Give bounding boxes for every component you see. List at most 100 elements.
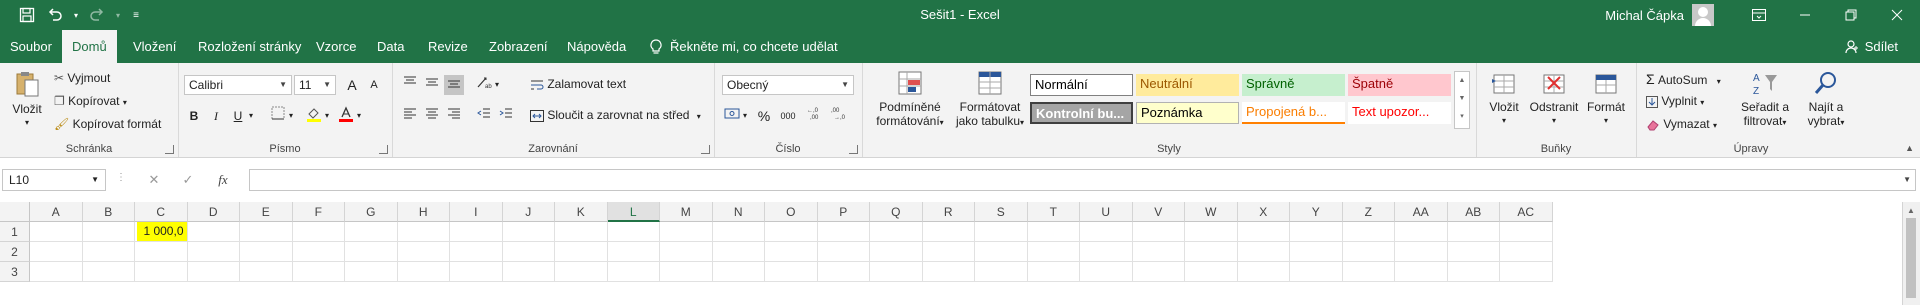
- cell-g2[interactable]: [345, 242, 398, 262]
- increase-decimal-button[interactable]: ←,0,00: [806, 106, 826, 126]
- column-header-t[interactable]: T: [1027, 202, 1080, 222]
- font-color-button[interactable]: [336, 106, 356, 126]
- thousands-separator-button[interactable]: 000: [776, 106, 800, 126]
- copy-button[interactable]: ❐ Kopírovat ▾: [54, 94, 127, 108]
- orientation-chevron-icon[interactable]: ▾: [492, 75, 502, 95]
- cell-k2[interactable]: [555, 242, 608, 262]
- delete-cells-button[interactable]: Odstranit ▾: [1526, 69, 1582, 128]
- column-header-g[interactable]: G: [345, 202, 398, 222]
- style-note[interactable]: Poznámka: [1136, 102, 1239, 124]
- column-header-m[interactable]: M: [660, 202, 713, 222]
- column-header-a[interactable]: A: [30, 202, 83, 222]
- underline-button[interactable]: U: [228, 106, 248, 126]
- cell-w3[interactable]: [1185, 262, 1238, 282]
- cell-u3[interactable]: [1080, 262, 1133, 282]
- style-normal[interactable]: Normální: [1030, 74, 1133, 96]
- fill-color-chevron-icon[interactable]: ▾: [322, 106, 332, 126]
- cell-d1[interactable]: [187, 222, 240, 242]
- cell-n3[interactable]: [712, 262, 765, 282]
- underline-chevron-icon[interactable]: ▾: [246, 106, 256, 126]
- font-color-chevron-icon[interactable]: ▾: [354, 106, 364, 126]
- cell-w1[interactable]: [1185, 222, 1238, 242]
- cell-v1[interactable]: [1132, 222, 1185, 242]
- cell-r1[interactable]: [922, 222, 975, 242]
- cell-o2[interactable]: [765, 242, 818, 262]
- column-header-c[interactable]: C: [135, 202, 188, 222]
- cell-u2[interactable]: [1080, 242, 1133, 262]
- cell-t1[interactable]: [1027, 222, 1080, 242]
- collapse-ribbon-icon[interactable]: ▲: [1905, 143, 1914, 153]
- cell-ab1[interactable]: [1447, 222, 1500, 242]
- cell-g1[interactable]: [345, 222, 398, 242]
- cell-j3[interactable]: [502, 262, 555, 282]
- cell-f3[interactable]: [292, 262, 345, 282]
- cell-r2[interactable]: [922, 242, 975, 262]
- cell-f1[interactable]: [292, 222, 345, 242]
- fill-button[interactable]: Vyplnit ▾: [1646, 94, 1704, 108]
- cell-ab2[interactable]: [1447, 242, 1500, 262]
- column-header-ab[interactable]: AB: [1447, 202, 1500, 222]
- bold-button[interactable]: B: [184, 106, 204, 126]
- font-launcher-icon[interactable]: [379, 145, 388, 154]
- enter-entry-button[interactable]: ✓: [175, 169, 201, 191]
- align-right-button[interactable]: [444, 106, 464, 126]
- cell-p3[interactable]: [817, 262, 870, 282]
- cell-a3[interactable]: [30, 262, 83, 282]
- tell-me-box[interactable]: Řekněte mi, co chcete udělat: [650, 30, 838, 63]
- column-header-n[interactable]: N: [712, 202, 765, 222]
- column-header-u[interactable]: U: [1080, 202, 1133, 222]
- cell-k3[interactable]: [555, 262, 608, 282]
- cell-z2[interactable]: [1342, 242, 1395, 262]
- column-header-y[interactable]: Y: [1290, 202, 1343, 222]
- percent-button[interactable]: %: [754, 106, 774, 126]
- increase-indent-button[interactable]: [496, 106, 516, 126]
- styles-gallery-scroller[interactable]: ▲ ▼ ▾: [1454, 71, 1470, 129]
- number-format-combo[interactable]: Obecný ▼: [722, 75, 854, 95]
- gallery-up-icon[interactable]: ▲: [1455, 72, 1469, 90]
- column-header-x[interactable]: X: [1237, 202, 1290, 222]
- cell-i1[interactable]: [450, 222, 503, 242]
- cut-button[interactable]: ✂ Vyjmout: [54, 71, 110, 85]
- style-linked-cell[interactable]: Propojená b...: [1242, 102, 1345, 124]
- autosum-button[interactable]: Σ AutoSum ▾: [1646, 71, 1721, 87]
- clipboard-launcher-icon[interactable]: [165, 145, 174, 154]
- cell-e3[interactable]: [240, 262, 293, 282]
- cell-n1[interactable]: [712, 222, 765, 242]
- style-warning-text[interactable]: Text upozor...: [1348, 102, 1451, 124]
- cell-v3[interactable]: [1132, 262, 1185, 282]
- column-header-b[interactable]: B: [82, 202, 135, 222]
- cell-value-c1[interactable]: 1 000,0: [137, 222, 187, 241]
- format-as-table-button[interactable]: Formátovat jako tabulku▾: [950, 69, 1030, 130]
- gallery-more-icon[interactable]: ▾: [1455, 108, 1469, 126]
- cell-s2[interactable]: [975, 242, 1028, 262]
- gallery-down-icon[interactable]: ▼: [1455, 90, 1469, 108]
- clear-button[interactable]: Vymazat ▾: [1646, 117, 1717, 131]
- column-header-f[interactable]: F: [292, 202, 345, 222]
- minimize-button[interactable]: [1782, 0, 1828, 30]
- cell-b1[interactable]: [82, 222, 135, 242]
- cell-p1[interactable]: [817, 222, 870, 242]
- cell-aa3[interactable]: [1395, 262, 1448, 282]
- orientation-button[interactable]: ab: [474, 75, 494, 95]
- cell-o1[interactable]: [765, 222, 818, 242]
- select-all-corner[interactable]: [0, 202, 30, 222]
- align-bottom-button[interactable]: [444, 75, 464, 95]
- cell-t2[interactable]: [1027, 242, 1080, 262]
- number-launcher-icon[interactable]: [849, 145, 858, 154]
- cell-x1[interactable]: [1237, 222, 1290, 242]
- cell-l2[interactable]: [607, 242, 660, 262]
- sort-filter-button[interactable]: AZ Seřadit a filtrovat▾: [1732, 69, 1798, 130]
- cell-p2[interactable]: [817, 242, 870, 262]
- cell-n2[interactable]: [712, 242, 765, 262]
- format-painter-button[interactable]: 🖌 Kopírovat formát: [54, 117, 161, 131]
- column-header-r[interactable]: R: [922, 202, 975, 222]
- cell-ac2[interactable]: [1500, 242, 1553, 262]
- column-header-aa[interactable]: AA: [1395, 202, 1448, 222]
- cell-z1[interactable]: [1342, 222, 1395, 242]
- cell-a1[interactable]: [30, 222, 83, 242]
- ribbon-display-options-button[interactable]: [1736, 0, 1782, 30]
- cell-u1[interactable]: [1080, 222, 1133, 242]
- cell-e2[interactable]: [240, 242, 293, 262]
- conditional-formatting-button[interactable]: Podmíněné formátování▾: [872, 69, 948, 130]
- cell-m2[interactable]: [660, 242, 713, 262]
